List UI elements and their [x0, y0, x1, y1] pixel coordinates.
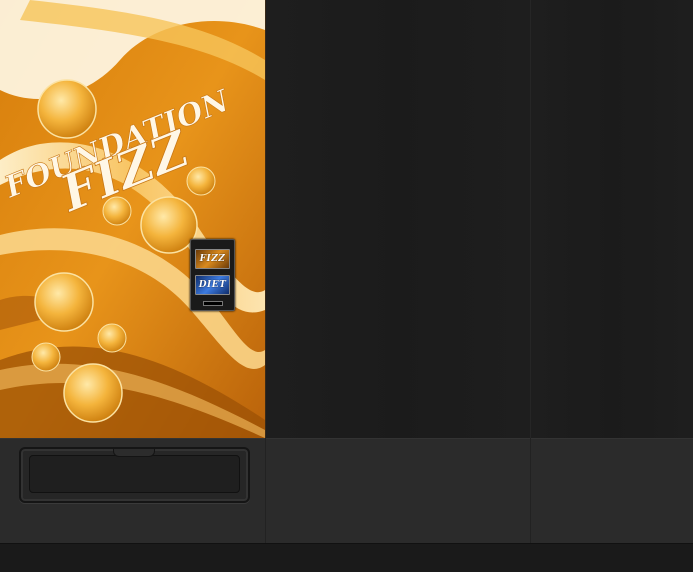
vending-machine-artwork: FOUNDATION FIZZ [0, 0, 265, 438]
dispense-tray[interactable] [19, 447, 250, 503]
wall-divider [530, 0, 531, 438]
wall-panel-right [530, 0, 693, 438]
selection-panel: FIZZ DIET [190, 239, 235, 311]
tray-handle-icon [113, 449, 155, 457]
coin-slot[interactable] [203, 301, 223, 306]
baseboard [0, 543, 693, 572]
fizz-button[interactable]: FIZZ [195, 249, 230, 269]
diet-button[interactable]: DIET [195, 275, 230, 295]
dispense-tray-opening [29, 455, 240, 493]
wall-panel-middle [265, 0, 530, 438]
vending-machine-front: FOUNDATION FIZZ FIZZ DIET [0, 0, 266, 438]
floor-divider [265, 438, 266, 543]
